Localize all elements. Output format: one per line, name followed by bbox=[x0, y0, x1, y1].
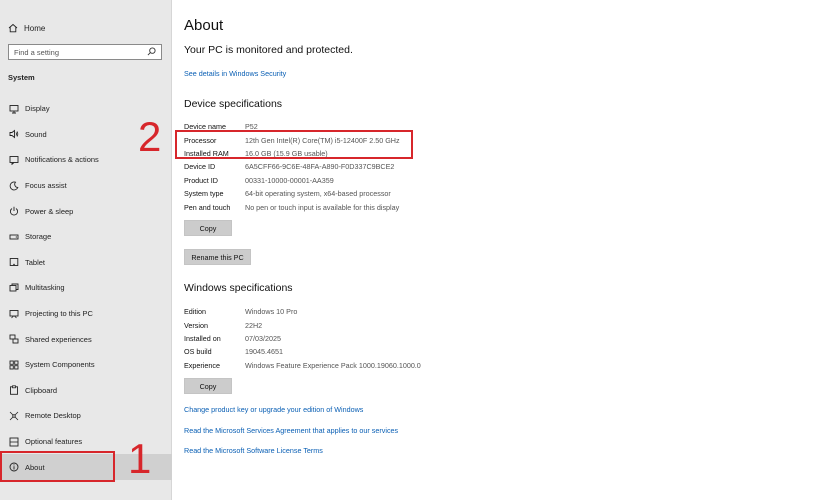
sidebar-item-label: Tablet bbox=[25, 257, 46, 267]
multitasking-icon bbox=[8, 282, 19, 293]
components-icon bbox=[8, 359, 19, 370]
spec-key: Pen and touch bbox=[184, 202, 231, 212]
spec-row: Edition Windows 10 Pro bbox=[184, 305, 604, 318]
tablet-icon bbox=[8, 257, 19, 268]
shared-icon bbox=[8, 334, 19, 345]
spec-key: System type bbox=[184, 189, 224, 199]
sidebar-item-clipboard[interactable]: Clipboard bbox=[0, 378, 172, 404]
spec-row: Device ID 6A5CFF66-9C6E-48FA-A890-F0D337C… bbox=[184, 160, 604, 173]
sidebar: Home Find a setting System Display Sound… bbox=[0, 0, 172, 500]
license-terms-link[interactable]: Read the Microsoft Software License Term… bbox=[184, 446, 323, 455]
spec-row: Experience Windows Feature Experience Pac… bbox=[184, 359, 604, 372]
spec-row: Installed on 07/03/2025 bbox=[184, 332, 604, 345]
search-placeholder: Find a setting bbox=[14, 47, 60, 57]
sidebar-item-shared-experiences[interactable]: Shared experiences bbox=[0, 326, 172, 352]
copy-windows-specs-button[interactable]: Copy bbox=[184, 378, 232, 394]
sidebar-item-power-sleep[interactable]: Power & sleep bbox=[0, 198, 172, 224]
annotation-box-about bbox=[0, 451, 115, 482]
sound-icon bbox=[8, 129, 19, 140]
sidebar-item-label: Display bbox=[25, 104, 50, 114]
clipboard-icon bbox=[8, 385, 19, 396]
search-icon[interactable] bbox=[147, 46, 156, 58]
spec-key: Edition bbox=[184, 307, 206, 317]
spec-row: Processor 12th Gen Intel(R) Core(TM) i5-1… bbox=[184, 133, 604, 146]
sidebar-item-focus-assist[interactable]: Focus assist bbox=[0, 173, 172, 199]
spec-key: Installed RAM bbox=[184, 148, 229, 158]
windows-specs-table: Edition Windows 10 Pro Version 22H2 Instal… bbox=[184, 305, 604, 372]
sidebar-item-label: Optional features bbox=[25, 437, 83, 447]
spec-key: Device ID bbox=[184, 162, 216, 172]
spec-value: 00331-10000-00001-AA359 bbox=[245, 175, 334, 185]
sidebar-item-system-components[interactable]: System Components bbox=[0, 352, 172, 378]
spec-row: Installed RAM 16.0 GB (15.9 GB usable) bbox=[184, 147, 604, 160]
sidebar-item-label: System Components bbox=[25, 360, 95, 370]
sidebar-item-label: Clipboard bbox=[25, 385, 58, 395]
spec-row: OS build 19045.4651 bbox=[184, 345, 604, 358]
spec-row: Version 22H2 bbox=[184, 318, 604, 331]
spec-row: System type 64-bit operating system, x64-… bbox=[184, 187, 604, 200]
display-icon bbox=[8, 103, 19, 114]
rename-pc-button[interactable]: Rename this PC bbox=[184, 249, 251, 265]
sidebar-item-label: Sound bbox=[25, 129, 47, 139]
annotation-number-1: 1 bbox=[128, 435, 152, 482]
storage-icon bbox=[8, 231, 19, 242]
power-icon bbox=[8, 206, 19, 217]
change-product-key-link[interactable]: Change product key or upgrade your editi… bbox=[184, 405, 363, 414]
sidebar-item-remote-desktop[interactable]: Remote Desktop bbox=[0, 403, 172, 429]
remote-desktop-icon bbox=[8, 410, 19, 421]
annotation-number-2: 2 bbox=[138, 113, 162, 160]
windows-specs-heading: Windows specifications bbox=[184, 282, 293, 294]
spec-value: 6A5CFF66-9C6E-48FA-A890-F0D337C9BCE2 bbox=[245, 162, 395, 172]
page-title: About bbox=[184, 17, 224, 34]
spec-row: Pen and touch No pen or touch input is av… bbox=[184, 200, 604, 213]
home-icon bbox=[8, 23, 20, 33]
spec-value: 16.0 GB (15.9 GB usable) bbox=[245, 148, 328, 158]
spec-value: 19045.4651 bbox=[245, 347, 283, 357]
spec-key: Version bbox=[184, 320, 208, 330]
spec-key: OS build bbox=[184, 347, 212, 357]
sidebar-item-tablet[interactable]: Tablet bbox=[0, 250, 172, 276]
spec-key: Device name bbox=[184, 122, 226, 132]
sidebar-item-multitasking[interactable]: Multitasking bbox=[0, 275, 172, 301]
home-label: Home bbox=[24, 23, 46, 33]
spec-row: Device name P52 bbox=[184, 120, 604, 133]
sidebar-item-label: Shared experiences bbox=[25, 334, 92, 344]
spec-row: Product ID 00331-10000-00001-AA359 bbox=[184, 174, 604, 187]
spec-key: Installed on bbox=[184, 333, 221, 343]
spec-value: P52 bbox=[245, 122, 258, 132]
search-input[interactable]: Find a setting bbox=[8, 44, 162, 60]
home-link[interactable]: Home bbox=[8, 20, 45, 36]
spec-value: 64-bit operating system, x64-based proce… bbox=[245, 189, 391, 199]
sidebar-item-label: Focus assist bbox=[25, 181, 67, 191]
protection-status: Your PC is monitored and protected. bbox=[184, 44, 353, 56]
optional-features-icon bbox=[8, 436, 19, 447]
spec-value: Windows Feature Experience Pack 1000.190… bbox=[245, 360, 421, 370]
spec-value: 07/03/2025 bbox=[245, 333, 281, 343]
spec-value: 22H2 bbox=[245, 320, 263, 330]
sidebar-item-storage[interactable]: Storage bbox=[0, 224, 172, 250]
device-specs-table: Device name P52 Processor 12th Gen Intel(R… bbox=[184, 120, 604, 214]
spec-key: Experience bbox=[184, 360, 220, 370]
spec-value: 12th Gen Intel(R) Core(TM) i5-12400F 2.5… bbox=[245, 135, 400, 145]
sidebar-item-projecting[interactable]: Projecting to this PC bbox=[0, 301, 172, 327]
spec-key: Processor bbox=[184, 135, 217, 145]
sidebar-item-label: Power & sleep bbox=[25, 206, 74, 216]
section-label: System bbox=[8, 73, 35, 82]
copy-device-specs-button[interactable]: Copy bbox=[184, 220, 232, 236]
windows-security-link[interactable]: See details in Windows Security bbox=[184, 69, 286, 78]
services-agreement-link[interactable]: Read the Microsoft Services Agreement th… bbox=[184, 426, 398, 435]
sidebar-item-label: Remote Desktop bbox=[25, 411, 81, 421]
projecting-icon bbox=[8, 308, 19, 319]
moon-icon bbox=[8, 180, 19, 191]
spec-value: No pen or touch input is available for t… bbox=[245, 202, 400, 212]
notifications-icon bbox=[8, 154, 19, 165]
sidebar-item-label: Storage bbox=[25, 232, 52, 242]
spec-key: Product ID bbox=[184, 175, 218, 185]
sidebar-item-label: Notifications & actions bbox=[25, 155, 99, 165]
sidebar-item-label: Multitasking bbox=[25, 283, 65, 293]
sidebar-item-label: Projecting to this PC bbox=[25, 309, 93, 319]
spec-value: Windows 10 Pro bbox=[245, 307, 298, 317]
device-specs-heading: Device specifications bbox=[184, 98, 283, 110]
